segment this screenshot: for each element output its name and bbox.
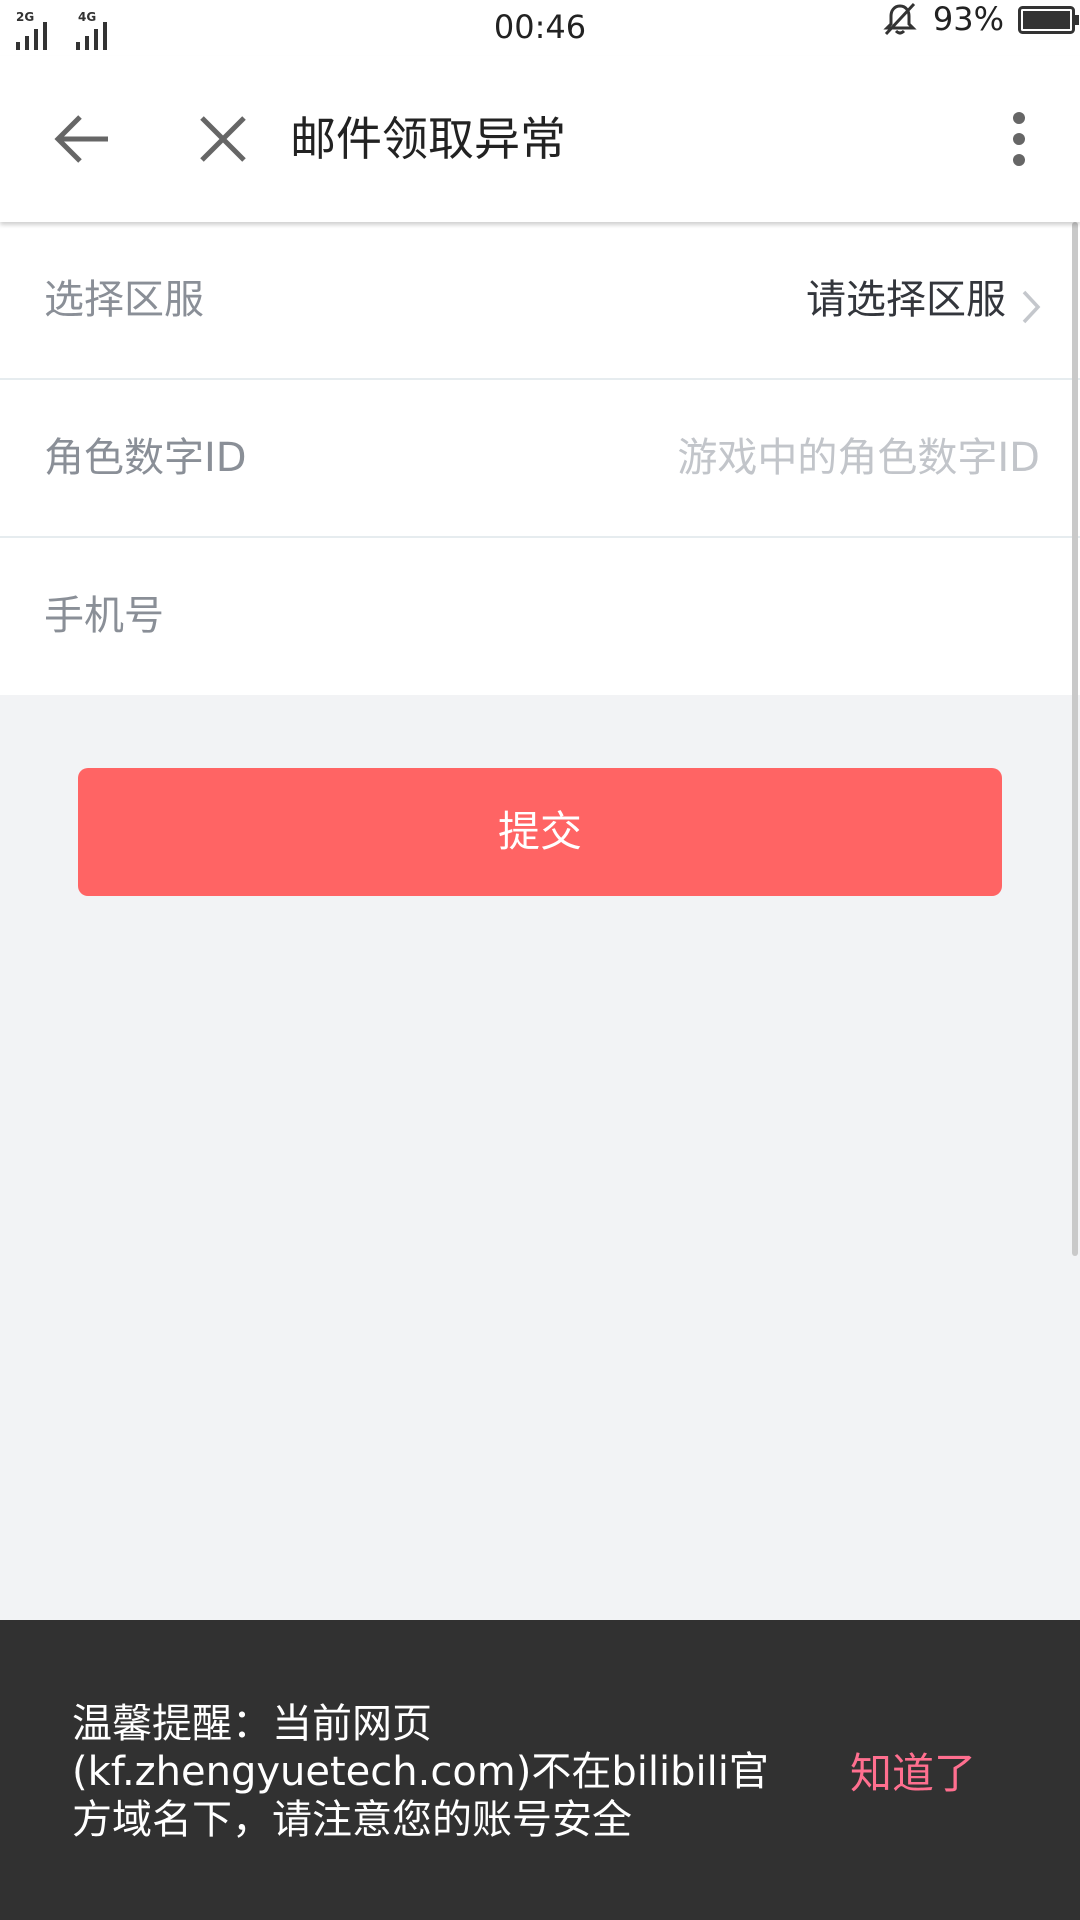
page-title: 邮件领取异常 — [290, 112, 566, 166]
battery-icon — [1018, 6, 1079, 34]
phone-row: 手机号 — [0, 538, 1080, 695]
back-arrow-icon — [54, 115, 108, 163]
mute-icon — [883, 2, 917, 36]
chevron-right-icon — [1022, 290, 1041, 324]
close-icon — [200, 116, 246, 162]
back-button[interactable] — [50, 106, 116, 172]
status-bar: 2G 4G 00:46 93% — [0, 0, 1080, 56]
phone-label: 手机号 — [44, 593, 164, 639]
app-root: 2G 4G 00:46 93% 邮件领取异常 选择区服 请选择区服 角色数字ID… — [0, 0, 1080, 1920]
role-id-input[interactable] — [520, 424, 1040, 492]
role-id-label: 角色数字ID — [44, 435, 247, 481]
ticket-form: 选择区服 请选择区服 角色数字ID 手机号 — [0, 222, 1080, 695]
server-select-row[interactable]: 选择区服 请选择区服 — [0, 222, 1080, 380]
status-time: 00:46 — [493, 8, 587, 46]
title-bar: 邮件领取异常 — [0, 56, 1080, 222]
scrollbar[interactable] — [1072, 222, 1078, 1256]
phone-input[interactable] — [520, 582, 1040, 650]
submit-button[interactable]: 提交 — [78, 768, 1002, 896]
server-select-value[interactable]: 请选择区服 — [806, 272, 1006, 328]
dismiss-warning-button[interactable]: 知道了 — [850, 1746, 976, 1802]
battery-percentage: 93% — [932, 0, 1004, 38]
domain-warning-banner: 温馨提醒：当前网页(kf.zhengyuetech.com)不在bilibili… — [0, 1620, 1080, 1920]
more-options-button[interactable] — [994, 106, 1044, 172]
domain-warning-text: 温馨提醒：当前网页(kf.zhengyuetech.com)不在bilibili… — [72, 1701, 769, 1843]
more-vertical-icon — [1013, 112, 1025, 166]
close-button[interactable] — [190, 106, 256, 172]
server-label: 选择区服 — [44, 277, 204, 323]
role-id-row: 角色数字ID — [0, 380, 1080, 538]
